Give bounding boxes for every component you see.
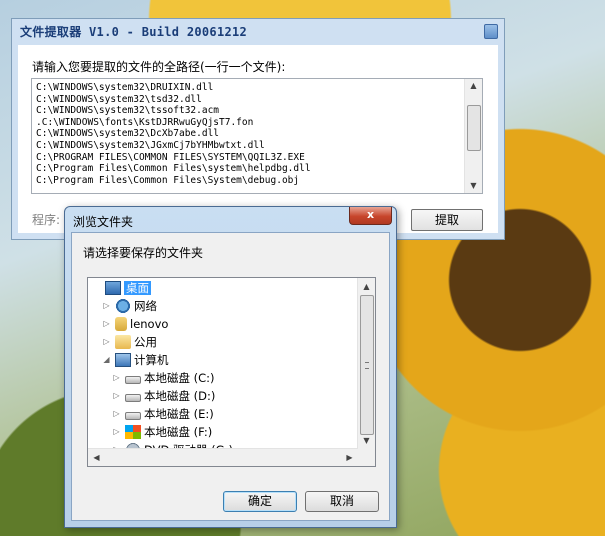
collapsed-arrow-icon[interactable]: ▷ [112,405,121,423]
ok-button[interactable]: 确定 [223,491,297,512]
windows-drive-icon [125,424,141,439]
grip-icon [365,362,369,369]
scroll-down-arrow-icon[interactable]: ▼ [465,179,482,193]
folder-tree[interactable]: 桌面 ▷ 网络 ▷ lenovo ▷ 公用 ◢ 计算机 ▷ 本地磁盘 (C:) ▷ 本地磁盘 (D:) ▷… [87,277,376,467]
folder-icon [115,334,131,349]
collapsed-arrow-icon[interactable]: ▷ [112,387,121,405]
tree-item[interactable]: ▷ 本地磁盘 (E:) [112,405,214,423]
dialog-body: 请选择要保存的文件夹 桌面 ▷ 网络 ▷ lenovo ▷ 公用 ◢ 计算机 ▷ 本地磁盘 (C:)… [71,232,390,521]
close-button[interactable]: x [349,207,392,225]
tree-item-label: 本地磁盘 (C:) [144,371,215,385]
tree-item-label: 公用 [134,335,157,349]
expanded-arrow-icon[interactable]: ◢ [102,351,111,369]
file-path-line: C:\WINDOWS\system32\tssoft32.acm [36,105,220,117]
user-folder-icon [115,316,127,331]
file-path-line: C:\Program Files\Common Files\System\deb… [36,174,300,186]
tree-item[interactable]: ▷ 网络 [102,297,157,315]
file-path-line: C:\WINDOWS\system32\DcXb7abe.dll [36,128,220,140]
tree-item[interactable]: ▷ 本地磁盘 (C:) [112,369,215,387]
file-path-line: C:\PROGRAM FILES\COMMON FILES\SYSTEM\QQI… [36,151,305,163]
tree-item-label: 本地磁盘 (F:) [144,425,213,439]
tree-item[interactable]: ▷ 本地磁盘 (F:) [112,423,212,441]
close-icon: x [366,208,375,221]
file-path-line: .C:\WINDOWS\fonts\KstDJRRwuGyQjsT7.fon [36,116,254,128]
drive-icon [125,411,141,420]
tree-item[interactable]: 桌面 [92,279,151,297]
collapsed-arrow-icon[interactable]: ▷ [112,369,121,387]
tree-item-label: 本地磁盘 (E:) [144,407,214,421]
file-path-line: C:\WINDOWS\system32\JGxmCj7bYHMbwtxt.dll [36,139,265,151]
window-client-area: 请输入您要提取的文件的全路径(一行一个文件): C:\WINDOWS\syste… [18,45,498,233]
scrollbar-corner [358,449,375,466]
file-path-line: C:\WINDOWS\system32\tsd32.dll [36,93,202,105]
tree-item-label: 桌面 [124,281,151,295]
scrollbar-thumb[interactable] [467,105,481,151]
status-label: 程序: [32,213,61,227]
dialog-title: 浏览文件夹 [73,215,134,229]
drive-icon [125,393,141,402]
collapsed-arrow-icon[interactable]: ▷ [102,333,111,351]
tree-item[interactable]: ◢ 计算机 [102,351,169,369]
network-icon [115,298,131,313]
cancel-button[interactable]: 取消 [305,491,379,512]
tree-item-label: lenovo [130,317,169,331]
tree-item[interactable]: ▷ lenovo [102,315,168,333]
scroll-up-arrow-icon[interactable]: ▲ [358,278,375,295]
browse-folder-dialog: 浏览文件夹 x 请选择要保存的文件夹 桌面 ▷ 网络 ▷ lenovo ▷ 公用 ◢ 计算机 ▷ 本… [64,206,397,528]
scroll-left-arrow-icon[interactable]: ◀ [88,449,105,466]
file-list-scrollbar[interactable]: ▲ ▼ [464,79,482,193]
collapsed-arrow-icon[interactable]: ▷ [112,423,121,441]
file-path-line: C:\WINDOWS\system32\DRUIXIN.dll [36,82,214,93]
file-path-line: C:\Program Files\Common Files\system\hel… [36,163,311,175]
extract-button[interactable]: 提取 [411,209,483,231]
tree-item[interactable]: ▷ 本地磁盘 (D:) [112,387,215,405]
tree-vertical-scrollbar[interactable]: ▲ ▼ [357,278,375,449]
computer-icon [115,352,131,367]
scroll-right-arrow-icon[interactable]: ▶ [341,449,358,466]
scroll-up-arrow-icon[interactable]: ▲ [465,79,482,93]
collapsed-arrow-icon[interactable]: ▷ [102,297,111,315]
scroll-down-arrow-icon[interactable]: ▼ [358,432,375,449]
scrollbar-thumb[interactable] [360,295,374,435]
desktop-icon [105,280,121,295]
tree-item-label: 计算机 [134,353,169,367]
pin-icon[interactable] [484,24,498,39]
collapsed-arrow-icon[interactable]: ▷ [102,315,111,333]
window-title: 文件提取器 V1.0 - Build 20061212 [20,25,248,39]
tree-item-label: 本地磁盘 (D:) [144,389,216,403]
dialog-prompt: 请选择要保存的文件夹 [83,246,204,260]
drive-icon [125,375,141,384]
tree-item-label: 网络 [134,299,157,313]
file-path-textarea[interactable]: C:\WINDOWS\system32\DRUIXIN.dll C:\WINDOW… [31,78,483,194]
file-path-lines[interactable]: C:\WINDOWS\system32\DRUIXIN.dll C:\WINDOW… [36,82,462,186]
tree-item[interactable]: ▷ 公用 [102,333,157,351]
path-prompt-label: 请输入您要提取的文件的全路径(一行一个文件): [32,60,286,74]
tree-horizontal-scrollbar[interactable]: ◀ ▶ [88,448,358,466]
